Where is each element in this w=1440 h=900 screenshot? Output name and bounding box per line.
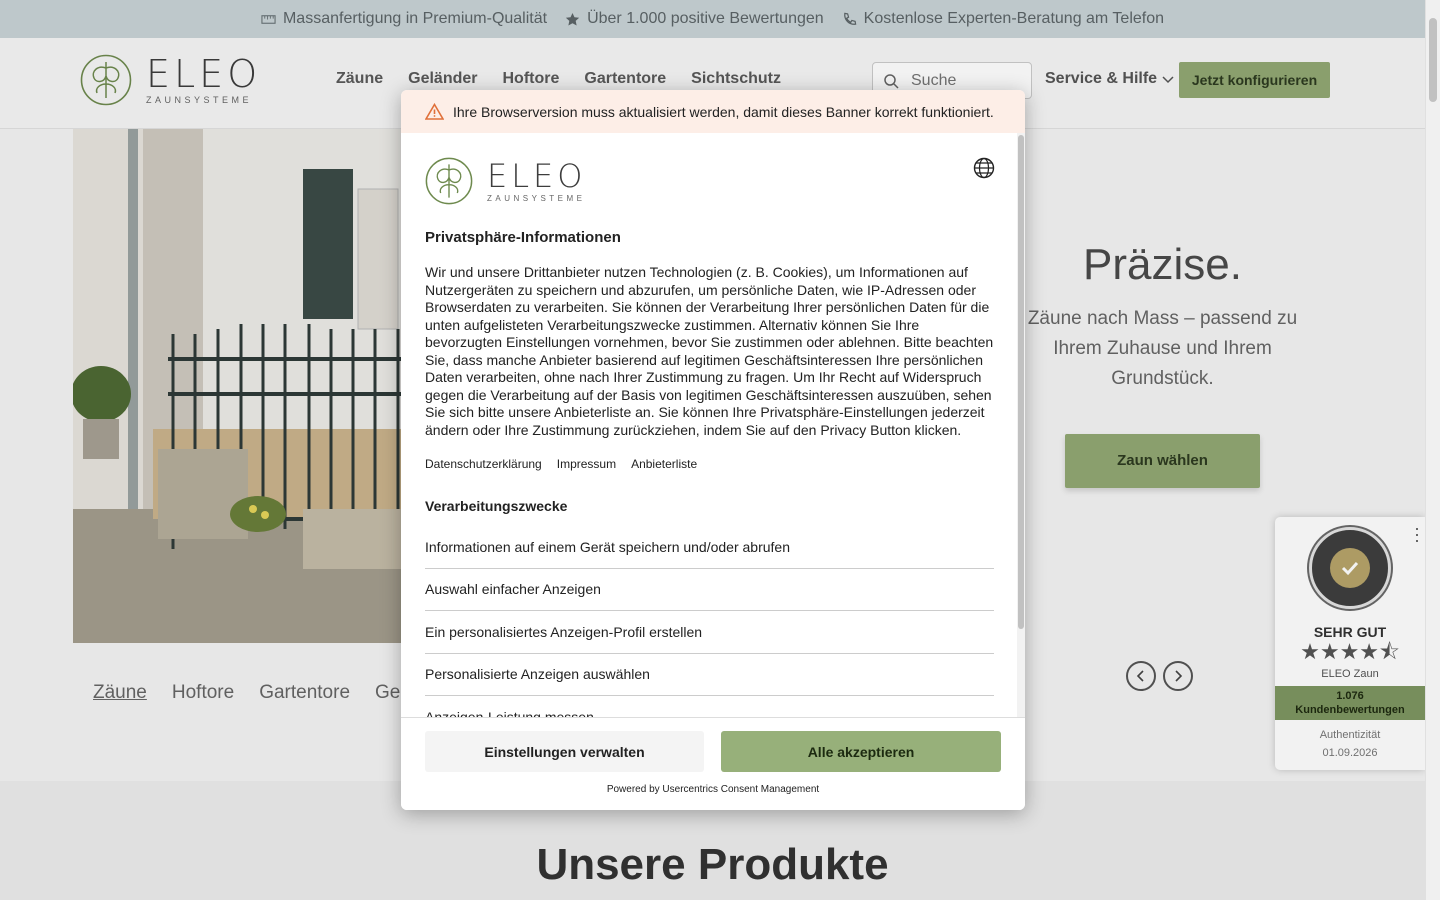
accept-all-button[interactable]: Alle akzeptieren xyxy=(721,731,1001,772)
purpose-item[interactable]: Personalisierte Anzeigen auswählen xyxy=(425,654,994,696)
page-scrollbar[interactable] xyxy=(1425,0,1440,900)
manage-settings-button[interactable]: Einstellungen verwalten xyxy=(425,731,704,772)
consent-footer: Einstellungen verwalten Alle akzeptieren… xyxy=(401,717,1025,810)
language-globe-icon[interactable] xyxy=(973,157,995,179)
consent-logo: ELEO ZAUNSYSTEME xyxy=(425,157,994,205)
browser-warning-text: Ihre Browserversion muss aktualisiert we… xyxy=(453,103,994,120)
warning-icon xyxy=(425,103,444,120)
purpose-item[interactable]: Anzeigen-Leistung messen xyxy=(425,696,994,717)
eleo-emblem-icon xyxy=(425,157,473,205)
consent-dialog: Ihre Browserversion muss aktualisiert we… xyxy=(401,90,1025,810)
powered-by-text: Powered by Usercentrics Consent Manageme… xyxy=(606,784,820,795)
consent-title: Privatsphäre-Informationen xyxy=(425,229,621,246)
purpose-list: Informationen auf einem Gerät speichern … xyxy=(425,526,994,717)
consent-brand-tagline: ZAUNSYSTEME xyxy=(487,193,586,203)
consent-scrollbar-thumb[interactable] xyxy=(1018,135,1024,629)
browser-warning: Ihre Browserversion muss aktualisiert we… xyxy=(401,90,1025,133)
consent-body: ELEO ZAUNSYSTEME Privatsphäre-Informatio… xyxy=(401,133,1025,717)
consent-links: Datenschutzerklärung Impressum Anbieterl… xyxy=(425,457,994,471)
purpose-item[interactable]: Auswahl einfacher Anzeigen xyxy=(425,569,994,611)
consent-text: Wir und unsere Drittanbieter nutzen Tech… xyxy=(425,264,994,438)
page-scrollbar-thumb[interactable] xyxy=(1429,18,1437,102)
privacy-policy-link[interactable]: Datenschutzerklärung xyxy=(425,457,542,471)
vendor-list-link[interactable]: Anbieterliste xyxy=(631,457,697,471)
purpose-item[interactable]: Informationen auf einem Gerät speichern … xyxy=(425,526,994,569)
imprint-link[interactable]: Impressum xyxy=(557,457,616,471)
purpose-item[interactable]: Ein personalisiertes Anzeigen-Profil ers… xyxy=(425,611,994,654)
consent-scrollbar[interactable] xyxy=(1017,133,1025,717)
purposes-title: Verarbeitungszwecke xyxy=(425,498,568,514)
consent-brand-name: ELEO xyxy=(487,156,587,195)
